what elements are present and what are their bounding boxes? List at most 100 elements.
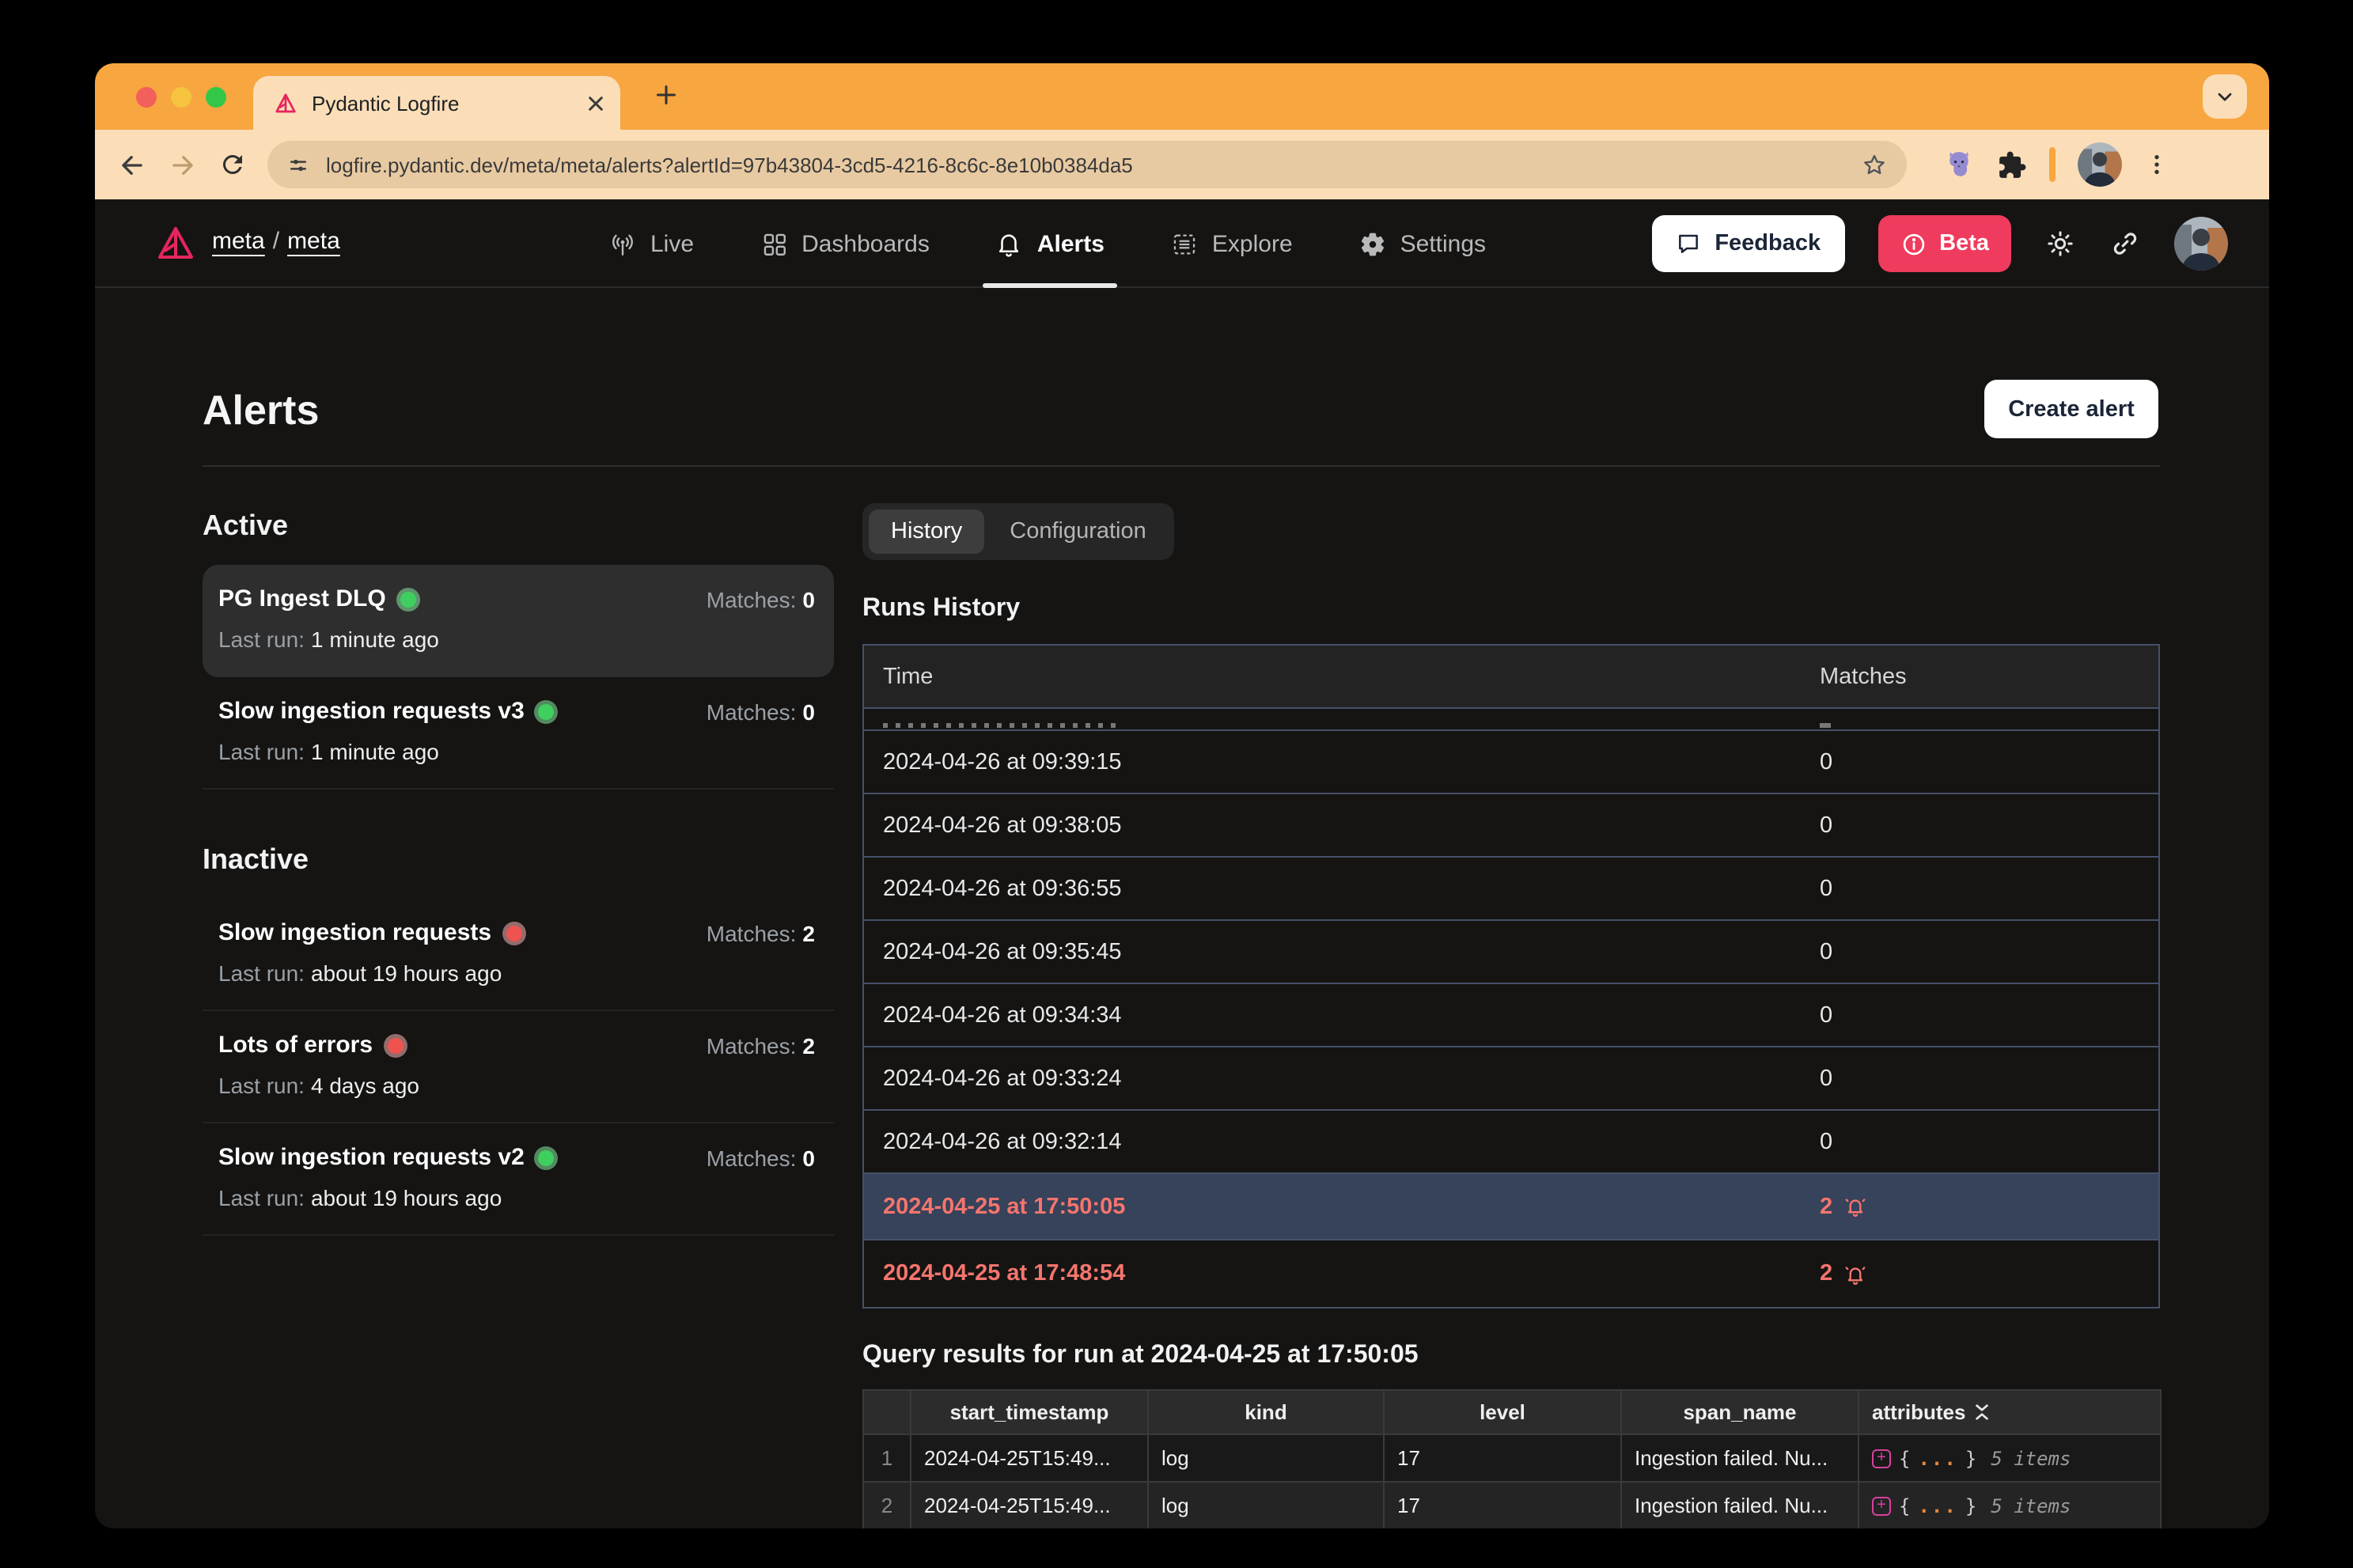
tab-group-divider bbox=[2049, 147, 2056, 182]
run-matches: 0 bbox=[1820, 876, 1832, 901]
feedback-button[interactable]: Feedback bbox=[1651, 215, 1844, 272]
octocat-extension-icon[interactable] bbox=[1943, 149, 1975, 180]
runs-table-row[interactable]: 2024-04-25 at 17:50:05 2 bbox=[864, 1174, 2158, 1240]
beta-button[interactable]: Beta bbox=[1877, 215, 2011, 272]
toolbar-extensions-area bbox=[1943, 142, 2169, 187]
tab-configuration[interactable]: Configuration bbox=[987, 509, 1169, 554]
runs-table-row[interactable]: 2024-04-26 at 09:34:34 0 bbox=[864, 984, 2158, 1047]
nav-item-settings[interactable]: Settings bbox=[1359, 199, 1486, 288]
alert-list-item[interactable]: Slow ingestion requests v3 Matches:0 Las… bbox=[203, 677, 834, 790]
gear-icon bbox=[1359, 230, 1386, 257]
tab-title: Pydantic Logfire bbox=[312, 91, 573, 115]
browser-menu-kebab-icon[interactable] bbox=[2144, 152, 2169, 177]
query-cell-span-name: Ingestion failed. Nu... bbox=[1621, 1434, 1859, 1482]
alert-status-dot bbox=[506, 925, 521, 941]
inactive-alert-list: Slow ingestion requests Matches:2 Last r… bbox=[203, 899, 834, 1236]
runs-table-row[interactable]: 2024-04-26 at 09:32:14 0 bbox=[864, 1111, 2158, 1174]
close-window-button[interactable] bbox=[136, 87, 157, 108]
zoom-window-button[interactable] bbox=[206, 87, 226, 108]
nav-label-alerts: Alerts bbox=[1037, 230, 1105, 257]
tab-search-button[interactable] bbox=[2203, 74, 2247, 119]
run-time: 2024-04-25 at 17:50:05 bbox=[883, 1194, 1125, 1219]
breadcrumb-project-link[interactable]: meta bbox=[287, 228, 340, 255]
ringing-bell-icon bbox=[1843, 1262, 1867, 1286]
alert-last-run: Last run:4 days ago bbox=[218, 1073, 815, 1098]
query-cell-span-name: Ingestion failed. Nu... bbox=[1621, 1482, 1859, 1528]
inactive-section-heading: Inactive bbox=[203, 843, 834, 877]
alert-detail-panel: History Configuration Runs History Time … bbox=[862, 503, 2160, 1528]
browser-profile-avatar[interactable] bbox=[2078, 142, 2122, 187]
reload-icon[interactable] bbox=[218, 150, 247, 179]
back-icon[interactable] bbox=[117, 150, 147, 180]
runs-clipped-row bbox=[864, 709, 2158, 731]
run-matches: 0 bbox=[1820, 749, 1832, 775]
minimize-window-button[interactable] bbox=[171, 87, 191, 108]
runs-table-row[interactable]: 2024-04-26 at 09:39:15 0 bbox=[864, 731, 2158, 794]
alert-matches: Matches:0 bbox=[707, 1145, 815, 1170]
nav-item-dashboards[interactable]: Dashboards bbox=[760, 199, 930, 288]
user-avatar[interactable] bbox=[2174, 217, 2228, 271]
site-controls-icon[interactable] bbox=[286, 153, 310, 176]
title-divider bbox=[203, 465, 2160, 467]
active-section-heading: Active bbox=[203, 509, 834, 543]
expand-attributes-icon[interactable]: + bbox=[1872, 1449, 1891, 1468]
attributes-count: 5 items bbox=[1991, 1447, 2071, 1469]
nav-label-live: Live bbox=[650, 230, 694, 257]
runs-table-row[interactable]: 2024-04-26 at 09:35:45 0 bbox=[864, 921, 2158, 984]
logfire-logo-icon[interactable] bbox=[155, 225, 196, 263]
breadcrumb-org-link[interactable]: meta bbox=[212, 228, 265, 255]
run-time: 2024-04-26 at 09:36:55 bbox=[883, 876, 1122, 901]
alert-matches: Matches:0 bbox=[707, 586, 815, 612]
bell-icon bbox=[996, 230, 1023, 257]
runs-table-row[interactable]: 2024-04-25 at 17:48:54 2 bbox=[864, 1240, 2158, 1307]
runs-table-row[interactable]: 2024-04-26 at 09:33:24 0 bbox=[864, 1047, 2158, 1111]
query-table-row[interactable]: 1 2024-04-25T15:49... log 17 Ingestion f… bbox=[863, 1434, 2161, 1482]
page-content: Alerts Create alert Active PG Ingest DLQ… bbox=[95, 288, 2269, 1528]
tab-history[interactable]: History bbox=[869, 509, 984, 554]
nav-label-settings: Settings bbox=[1400, 230, 1486, 257]
chevron-down-icon bbox=[2214, 85, 2236, 108]
feedback-label: Feedback bbox=[1715, 231, 1821, 256]
bookmark-star-icon[interactable] bbox=[1861, 151, 1888, 178]
alert-list-item[interactable]: Lots of errors Matches:2 Last run:4 days… bbox=[203, 1011, 834, 1123]
attributes-count: 5 items bbox=[1991, 1494, 2071, 1517]
extensions-puzzle-icon[interactable] bbox=[1997, 150, 2027, 180]
expand-attributes-icon[interactable]: + bbox=[1872, 1496, 1891, 1515]
alert-list-item[interactable]: Slow ingestion requests Matches:2 Last r… bbox=[203, 899, 834, 1011]
runs-table-row[interactable]: 2024-04-26 at 09:36:55 0 bbox=[864, 858, 2158, 921]
alert-name: Slow ingestion requests v2 bbox=[218, 1144, 555, 1171]
runs-history-heading: Runs History bbox=[862, 595, 2160, 623]
query-cell-level: 17 bbox=[1384, 1482, 1621, 1528]
nav-item-live[interactable]: Live bbox=[609, 199, 694, 288]
browser-tab-strip: Pydantic Logfire bbox=[95, 63, 2269, 130]
info-circle-icon bbox=[1900, 230, 1927, 257]
alert-last-run: Last run:1 minute ago bbox=[218, 627, 815, 652]
new-tab-icon[interactable] bbox=[652, 81, 680, 109]
tab-close-icon[interactable] bbox=[587, 94, 604, 112]
forward-icon[interactable] bbox=[168, 150, 198, 180]
runs-table-row[interactable]: 2024-04-26 at 09:38:05 0 bbox=[864, 794, 2158, 858]
alert-list-item[interactable]: Slow ingestion requests v2 Matches:0 Las… bbox=[203, 1123, 834, 1236]
run-matches: 2 bbox=[1820, 1261, 1832, 1286]
share-link-icon[interactable] bbox=[2109, 228, 2141, 259]
query-cell-attributes: + {...} 5 items bbox=[1859, 1434, 2161, 1482]
alert-last-run: Last run:1 minute ago bbox=[218, 739, 815, 764]
nav-item-alerts[interactable]: Alerts bbox=[996, 199, 1105, 288]
run-matches: 2 bbox=[1820, 1194, 1832, 1219]
query-table-row[interactable]: 2 2024-04-25T15:49... log 17 Ingestion f… bbox=[863, 1482, 2161, 1528]
alert-list-item[interactable]: PG Ingest DLQ Matches:0 Last run:1 minut… bbox=[203, 565, 834, 677]
nav-item-explore[interactable]: Explore bbox=[1171, 199, 1293, 288]
runs-col-matches: Matches bbox=[1801, 664, 2158, 689]
url-bar[interactable]: logfire.pydantic.dev/meta/meta/alerts?al… bbox=[267, 141, 1907, 188]
breadcrumb: meta/meta bbox=[212, 228, 340, 255]
collapse-vertical-icon[interactable] bbox=[1973, 1403, 1991, 1421]
app-navbar: meta/meta Live Dashboards Alerts Explore bbox=[95, 199, 2269, 288]
create-alert-button[interactable]: Create alert bbox=[1984, 380, 2158, 438]
ringing-bell-icon bbox=[1843, 1195, 1867, 1218]
query-results-heading: Query results for run at 2024-04-25 at 1… bbox=[862, 1342, 2160, 1370]
browser-tab[interactable]: Pydantic Logfire bbox=[253, 76, 620, 130]
nav-label-explore: Explore bbox=[1212, 230, 1293, 257]
nav-right-cluster: Feedback Beta bbox=[1651, 199, 2228, 288]
runs-col-time: Time bbox=[864, 664, 1801, 689]
theme-toggle-sun-icon[interactable] bbox=[2044, 228, 2076, 259]
